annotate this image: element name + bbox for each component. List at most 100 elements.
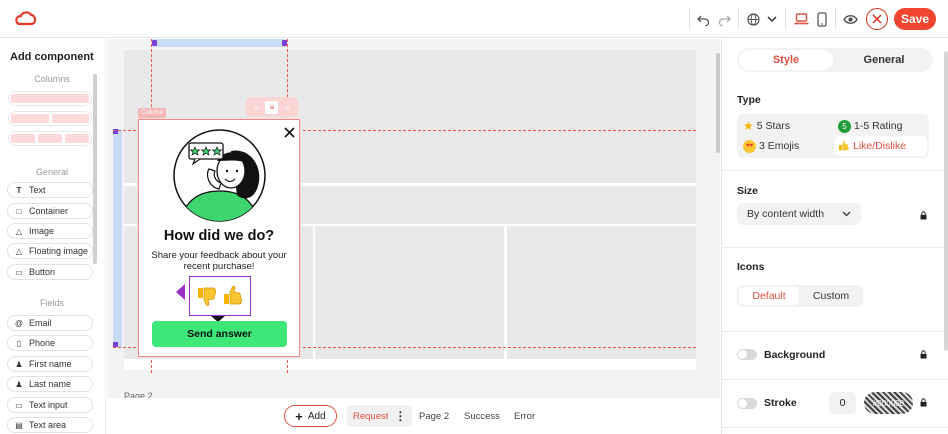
type-like-dislike[interactable]: Like/Dislike — [834, 136, 927, 156]
field-phone[interactable]: ▯ Phone — [7, 335, 93, 351]
mobile-icon[interactable] — [815, 8, 829, 30]
component-floating-image[interactable]: △ Floating image — [7, 243, 93, 259]
component-button[interactable]: ▭ Button — [7, 264, 93, 280]
divider — [722, 427, 948, 428]
component-image[interactable]: △ Image — [7, 223, 93, 239]
thumbs-up-icon — [838, 140, 850, 152]
general-section-label: General — [35, 167, 69, 177]
align-center-icon[interactable]: ≡ — [265, 100, 279, 114]
stroke-color-picker[interactable]: #000000 — [864, 392, 913, 414]
stroke-toggle[interactable] — [737, 398, 757, 409]
divider — [722, 379, 948, 380]
tab-page-2[interactable]: Page 2 — [419, 405, 449, 427]
lock-icon[interactable] — [920, 398, 927, 409]
feedback-popup[interactable]: How did we do? Share your feedback about… — [138, 119, 300, 357]
laptop-icon[interactable] — [792, 8, 810, 30]
button-icon: ▭ — [15, 267, 23, 277]
properties-tabs: Style General — [737, 48, 933, 72]
close-icon — [872, 14, 882, 24]
toolbar-divider — [785, 8, 786, 30]
popup-subtext: Share your feedback about your recent pu… — [151, 250, 287, 272]
popup-heading: How did we do? — [163, 228, 275, 244]
layout-block[interactable] — [507, 226, 696, 359]
field-first-name[interactable]: ♟ First name — [7, 356, 93, 372]
column-layout-2[interactable] — [8, 111, 92, 126]
lock-icon[interactable] — [920, 211, 927, 222]
toolbar-divider — [835, 8, 836, 30]
type-3-emojis[interactable]: ♥♥ 3 Emojis — [739, 136, 803, 156]
canvas-scrollbar[interactable] — [716, 53, 720, 153]
type-1-5-rating[interactable]: 5 1-5 Rating — [834, 116, 906, 136]
properties-panel: Style General Type ★ 5 Stars 5 1-5 Rating … — [721, 39, 948, 434]
like-dislike-rating[interactable] — [189, 276, 251, 316]
tab-request[interactable]: Request ⋮ — [347, 405, 413, 427]
text-icon: T — [16, 185, 22, 195]
tab-error[interactable]: Error — [514, 405, 535, 427]
properties-scrollbar[interactable] — [944, 51, 948, 351]
phone-icon: ▯ — [16, 338, 22, 348]
align-right-icon[interactable]: ≡ — [281, 101, 294, 114]
layout-block[interactable] — [315, 226, 504, 359]
toolbar-divider — [689, 8, 690, 30]
tab-general[interactable]: General — [837, 50, 931, 70]
stroke-label: Stroke — [764, 397, 797, 409]
add-page-button[interactable]: + Add — [284, 405, 337, 427]
tab-success[interactable]: Success — [464, 405, 500, 427]
type-heading: Type — [737, 94, 761, 106]
toolbar-divider — [738, 8, 739, 30]
tab-style[interactable]: Style — [739, 50, 833, 70]
component-text[interactable]: T Text — [7, 182, 93, 198]
thumbs-up-icon[interactable] — [222, 285, 244, 307]
close-editor-button[interactable] — [866, 8, 888, 30]
person-icon: ♟ — [15, 379, 23, 389]
lock-icon[interactable] — [920, 350, 927, 361]
globe-icon[interactable] — [745, 8, 761, 30]
field-text-input[interactable]: ▭ Text input — [7, 397, 93, 413]
page-tabs-bar: + Add Request ⋮ Page 2 Success Error — [107, 398, 720, 434]
star-icon: ★ — [743, 119, 754, 133]
align-left-icon[interactable]: ≡ — [250, 101, 263, 114]
icons-toggle: Default Custom — [737, 285, 863, 307]
icons-heading: Icons — [737, 261, 765, 273]
selection-highlight — [153, 39, 286, 47]
feedback-illustration — [173, 129, 266, 222]
chevron-down-icon[interactable] — [765, 8, 779, 30]
more-vertical-icon[interactable]: ⋮ — [394, 409, 406, 423]
resize-handle[interactable] — [152, 40, 157, 46]
columns-section-label: Columns — [34, 74, 70, 84]
column-layout-1[interactable] — [8, 91, 92, 106]
prev-arrow-icon[interactable] — [176, 284, 185, 300]
floating-image-icon: △ — [15, 246, 23, 256]
undo-icon[interactable] — [695, 8, 711, 30]
component-container[interactable]: □ Container — [7, 203, 93, 219]
fields-section-label: Fields — [39, 298, 64, 308]
field-text-area[interactable]: ▤ Text area — [7, 417, 93, 433]
icons-default[interactable]: Default — [739, 287, 799, 305]
background-toggle[interactable] — [737, 349, 757, 360]
save-button[interactable]: Save — [894, 8, 936, 30]
field-last-name[interactable]: ♟ Last name — [7, 376, 93, 392]
chevron-down-icon — [842, 211, 851, 217]
background-label: Background — [764, 349, 826, 361]
selection-highlight — [113, 129, 122, 347]
send-answer-button[interactable]: Send answer — [152, 321, 287, 347]
type-selector: ★ 5 Stars 5 1-5 Rating ♥♥ 3 Emojis Like/Dis… — [737, 114, 929, 158]
eye-icon[interactable] — [841, 8, 859, 30]
field-email[interactable]: @ Email — [7, 315, 93, 331]
text-input-icon: ▭ — [15, 400, 23, 410]
thumbs-down-icon[interactable] — [196, 285, 218, 307]
type-5-stars[interactable]: ★ 5 Stars — [739, 116, 794, 136]
redo-icon[interactable] — [716, 8, 732, 30]
stroke-width-input[interactable]: 0 — [829, 392, 856, 414]
heart-eyes-emoji-icon: ♥♥ — [743, 139, 756, 153]
icons-custom[interactable]: Custom — [801, 287, 861, 305]
plus-icon: + — [295, 408, 303, 424]
size-select[interactable]: By content width — [737, 203, 861, 225]
container-icon: □ — [16, 206, 22, 216]
popup-close-icon[interactable] — [282, 125, 296, 139]
logo-icon[interactable] — [14, 9, 38, 29]
left-panel-scrollbar[interactable] — [93, 74, 97, 264]
divider — [722, 170, 948, 171]
column-layout-3[interactable] — [8, 131, 92, 146]
number-badge-icon: 5 — [838, 119, 851, 133]
